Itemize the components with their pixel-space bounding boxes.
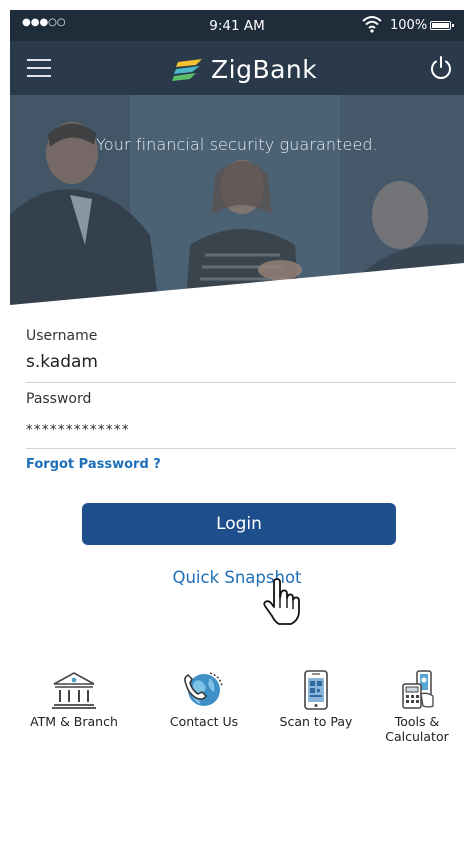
shortcut-label: Scan to Pay — [279, 714, 353, 729]
shortcut-label: ATM & Branch — [30, 714, 118, 729]
phone-screen: ●●●○○ 9:41 AM 100% ZigBank Your financia… — [10, 10, 464, 842]
shortcut-atm-branch[interactable]: ATM & Branch — [20, 670, 128, 729]
bank-building-icon — [52, 672, 96, 709]
username-underline — [26, 382, 456, 383]
password-input[interactable]: ************* — [26, 423, 130, 438]
quick-snapshot-link[interactable]: Quick Snapshot — [10, 568, 464, 587]
zigbank-logo-icon — [172, 59, 202, 81]
hamburger-menu-icon[interactable] — [27, 59, 51, 77]
calculator-icon — [402, 670, 434, 709]
hero-photo — [10, 95, 464, 315]
username-label: Username — [26, 328, 98, 344]
globe-phone-icon — [184, 672, 223, 706]
shortcut-contact-us[interactable]: Contact Us — [154, 670, 254, 729]
username-input[interactable]: s.kadam — [26, 352, 98, 372]
shortcut-scan-to-pay[interactable]: Scan to Pay — [268, 670, 364, 729]
qr-phone-icon — [304, 670, 328, 710]
hero-tagline: Your financial security guaranteed. — [96, 135, 378, 154]
hero-banner: Your financial security guaranteed. — [10, 95, 464, 315]
battery-percentage: 100% — [390, 18, 428, 33]
wifi-icon — [362, 16, 382, 33]
shortcut-label: Tools & Calculator — [385, 714, 449, 744]
brand-logo: ZigBank — [172, 53, 317, 85]
password-underline — [26, 448, 456, 449]
shortcut-label: Contact Us — [169, 714, 239, 729]
status-bar: ●●●○○ 9:41 AM 100% — [10, 10, 464, 41]
login-button[interactable]: Login — [82, 503, 396, 545]
hand-pointer-cursor-icon — [263, 578, 300, 625]
forgot-password-link[interactable]: Forgot Password ? — [26, 457, 161, 472]
brand-name: ZigBank — [211, 54, 318, 84]
shortcut-tools-calculator[interactable]: Tools & Calculator — [374, 670, 460, 744]
battery-icon — [430, 21, 454, 30]
app-header: ZigBank — [10, 41, 464, 95]
power-icon[interactable] — [429, 55, 453, 81]
password-label: Password — [26, 391, 92, 407]
